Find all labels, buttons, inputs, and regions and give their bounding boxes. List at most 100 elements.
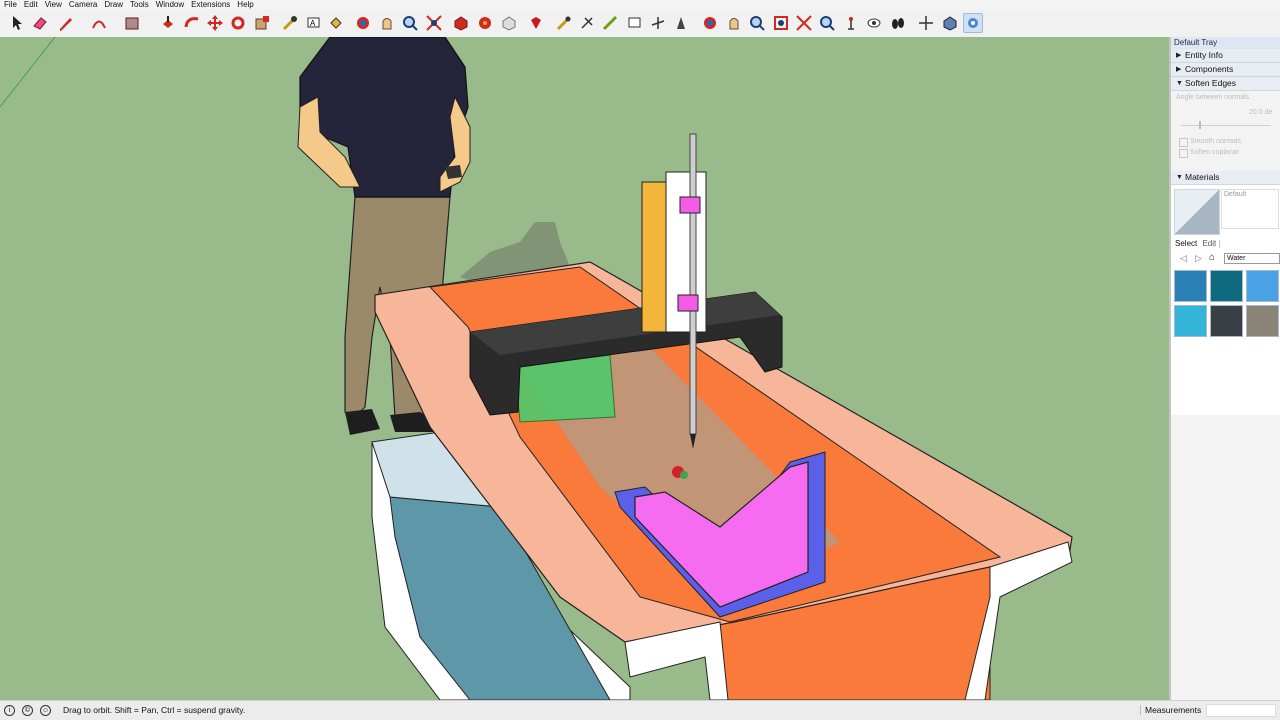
- extension-button[interactable]: [499, 13, 519, 33]
- arc-tool-button[interactable]: [89, 13, 109, 33]
- components-label: Components: [1185, 64, 1234, 74]
- svg-text:A: A: [310, 19, 316, 28]
- pencil-line-icon: [60, 18, 72, 31]
- next-view-icon: [820, 16, 835, 31]
- ruby-icon: [531, 17, 541, 29]
- line-tool-button[interactable]: [56, 13, 76, 33]
- zoom-extents-tool-button[interactable]: [424, 13, 444, 33]
- match-photo-button[interactable]: [916, 13, 936, 33]
- entity-info-label: Entity Info: [1185, 50, 1223, 60]
- material-swatch[interactable]: [1210, 305, 1243, 337]
- menu-edit[interactable]: Edit: [20, 0, 41, 9]
- rectangle-icon: [125, 17, 139, 30]
- look-around-icon: [729, 18, 739, 30]
- menu-window[interactable]: Window: [152, 0, 187, 9]
- ruby-console-button[interactable]: [526, 13, 546, 33]
- menu-draw[interactable]: Draw: [100, 0, 126, 9]
- eraser-tool-button[interactable]: [30, 13, 50, 33]
- materials-edit-tab[interactable]: Edit: [1202, 239, 1216, 248]
- material-swatch[interactable]: [1174, 270, 1207, 302]
- user-icon[interactable]: ☺: [40, 705, 51, 716]
- zoom-tool-button[interactable]: [400, 13, 420, 33]
- materials-panel: Default Select Edit | ◁ ▷ ⌂ Water: [1171, 185, 1280, 415]
- menu-extensions[interactable]: Extensions: [187, 0, 233, 9]
- tape-measure-tool-button[interactable]: [280, 13, 300, 33]
- push-pull-tool-button[interactable]: [158, 13, 178, 33]
- material-swatch[interactable]: [1174, 305, 1207, 337]
- dimension-tool-button[interactable]: [600, 13, 620, 33]
- rectangle-tool-button[interactable]: [122, 13, 142, 33]
- material-swatch[interactable]: [1246, 305, 1279, 337]
- previous-view-button[interactable]: [794, 13, 814, 33]
- rotate-tool-button[interactable]: [228, 13, 248, 33]
- material-swatch[interactable]: [1246, 270, 1279, 302]
- angle-unit: de: [1264, 109, 1273, 116]
- zoom-icon: [403, 16, 418, 31]
- material-name-field[interactable]: Default: [1221, 189, 1279, 229]
- slider-thumb[interactable]: [1199, 121, 1201, 129]
- protractor-icon: [628, 17, 641, 28]
- scene-drawing: [0, 37, 1073, 700]
- tray-title: Default Tray: [1171, 37, 1280, 49]
- status-bar: i © ☺ Drag to orbit. Shift = Pan, Ctrl =…: [0, 700, 1280, 720]
- home-icon[interactable]: ⌂: [1209, 252, 1215, 263]
- soften-edges-header[interactable]: ▼ Soften Edges: [1171, 77, 1280, 91]
- menu-tools[interactable]: Tools: [126, 0, 152, 9]
- model-viewport[interactable]: [0, 37, 1169, 700]
- orbit-icon: [357, 17, 369, 29]
- menu-view[interactable]: View: [41, 0, 65, 9]
- scale-tool-button[interactable]: [252, 13, 272, 33]
- probe-clamp-top: [679, 196, 701, 214]
- zoom-window-button[interactable]: [771, 13, 791, 33]
- material-swatch[interactable]: [1210, 270, 1243, 302]
- follow-me-tool-button[interactable]: [182, 13, 202, 33]
- probe-clamp-bottom: [677, 294, 699, 312]
- solar-button[interactable]: [940, 13, 960, 33]
- 3d-text-icon: [677, 17, 685, 29]
- move-tool-button[interactable]: [205, 13, 225, 33]
- menu-file[interactable]: File: [0, 0, 20, 9]
- look-around-tool-button[interactable]: [724, 13, 744, 33]
- orbit-tool-button[interactable]: [353, 13, 373, 33]
- protractor-tool-button[interactable]: [625, 13, 645, 33]
- angle-slider[interactable]: [1181, 125, 1271, 126]
- 3d-text-tool-button[interactable]: [671, 13, 691, 33]
- fog-button[interactable]: [888, 13, 908, 33]
- measurements-input[interactable]: [1206, 704, 1276, 717]
- pan-tool-button[interactable]: [377, 13, 397, 33]
- components-header[interactable]: ▶ Components: [1171, 63, 1280, 77]
- materials-select-tab[interactable]: Select: [1175, 239, 1197, 248]
- material-library-dropdown[interactable]: Water: [1224, 253, 1280, 264]
- materials-header[interactable]: ▼ Materials: [1171, 171, 1280, 185]
- material-preview: [1174, 189, 1220, 235]
- ruler: [641, 181, 667, 333]
- back-arrow-icon[interactable]: ◁: [1180, 253, 1187, 264]
- menu-camera[interactable]: Camera: [65, 0, 100, 9]
- position-camera-button[interactable]: [747, 13, 767, 33]
- warehouse-button[interactable]: [475, 13, 495, 33]
- menu-help[interactable]: Help: [233, 0, 256, 9]
- materials-label: Materials: [1185, 172, 1220, 182]
- paint-bucket-tool-button[interactable]: [326, 13, 346, 33]
- section-plane-button[interactable]: [577, 13, 597, 33]
- forward-arrow-icon[interactable]: ▷: [1195, 253, 1202, 264]
- walk-tool-button[interactable]: [700, 13, 720, 33]
- expand-arrow-icon: ▶: [1176, 66, 1182, 73]
- next-view-button[interactable]: [817, 13, 837, 33]
- text-tool-button[interactable]: A: [304, 13, 324, 33]
- credits-icon[interactable]: ©: [22, 705, 33, 716]
- match-photo-icon: [919, 16, 933, 30]
- soften-edges-panel: Angle between normals 20.0 de Smooth nor…: [1171, 91, 1280, 171]
- shadows-button[interactable]: [864, 13, 884, 33]
- toolbar: A: [0, 9, 1280, 38]
- section-icon: [581, 17, 593, 29]
- geo-location-icon[interactable]: i: [4, 705, 15, 716]
- pan-icon: [382, 18, 392, 30]
- active-extension-button[interactable]: [963, 13, 983, 33]
- components-button[interactable]: [451, 13, 471, 33]
- sandbox-tool-button[interactable]: [554, 13, 574, 33]
- select-tool-button[interactable]: [7, 13, 27, 33]
- entity-info-header[interactable]: ▶ Entity Info: [1171, 49, 1280, 63]
- styles-button[interactable]: [841, 13, 861, 33]
- axes-tool-button[interactable]: [648, 13, 668, 33]
